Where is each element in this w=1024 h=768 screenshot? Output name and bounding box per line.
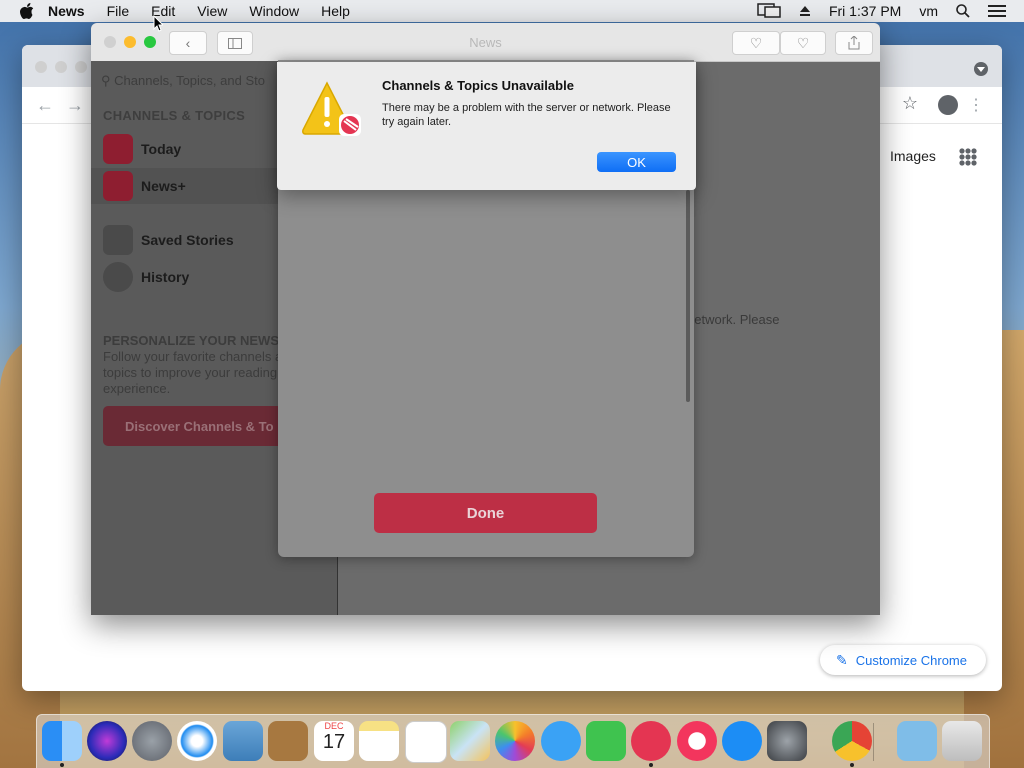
menu-file[interactable]: File bbox=[107, 3, 130, 19]
channels-section-title: CHANNELS & TOPICS bbox=[103, 108, 246, 123]
running-indicator bbox=[850, 763, 854, 767]
apple-menu-icon[interactable] bbox=[20, 3, 34, 19]
bookmark-icon bbox=[103, 225, 133, 255]
app-store-icon[interactable] bbox=[722, 721, 762, 761]
chrome-zoom-button[interactable] bbox=[75, 61, 87, 73]
tab-search-dropdown-icon[interactable] bbox=[974, 62, 988, 76]
menu-app-name[interactable]: News bbox=[48, 3, 85, 19]
notes-icon[interactable] bbox=[359, 721, 399, 761]
warning-icon bbox=[302, 81, 361, 136]
dislike-button[interactable]: ♡ bbox=[780, 31, 826, 55]
customize-chrome-button[interactable]: ✎ Customize Chrome bbox=[820, 645, 986, 675]
share-button[interactable] bbox=[835, 31, 873, 55]
chrome-icon[interactable] bbox=[832, 721, 872, 761]
finder-icon[interactable] bbox=[42, 721, 82, 761]
share-icon bbox=[848, 36, 860, 50]
sidebar-item-label: News+ bbox=[141, 178, 186, 194]
sidebar-search-placeholder: Channels, Topics, and Sto bbox=[114, 73, 265, 88]
photos-icon[interactable] bbox=[495, 721, 535, 761]
forward-arrow-icon[interactable]: → bbox=[66, 95, 84, 116]
search-icon: ⚲ bbox=[101, 73, 111, 88]
chrome-menu-icon[interactable]: ⋮ bbox=[968, 95, 984, 115]
trash-icon[interactable] bbox=[942, 721, 982, 761]
menu-window[interactable]: Window bbox=[249, 3, 299, 19]
safari-icon[interactable] bbox=[177, 721, 217, 761]
reminders-icon[interactable] bbox=[405, 721, 447, 763]
google-apps-icon[interactable] bbox=[959, 148, 977, 166]
sidebar-item-label: Today bbox=[141, 141, 182, 157]
pencil-icon: ✎ bbox=[836, 651, 848, 668]
menu-clock[interactable]: Fri 1:37 PM bbox=[829, 3, 901, 19]
menu-view[interactable]: View bbox=[197, 3, 227, 19]
images-link[interactable]: Images bbox=[890, 148, 936, 164]
clock-icon bbox=[103, 262, 133, 292]
news-icon[interactable] bbox=[631, 721, 671, 761]
profile-avatar-icon[interactable] bbox=[938, 95, 958, 115]
ok-button[interactable]: OK bbox=[597, 152, 676, 172]
main-message-fragment: network. Please bbox=[687, 312, 780, 327]
contacts-icon[interactable] bbox=[268, 721, 308, 761]
eject-icon[interactable] bbox=[799, 5, 811, 17]
alert-title: Channels & Topics Unavailable bbox=[382, 78, 574, 93]
spotlight-search-icon[interactable] bbox=[956, 4, 970, 18]
menu-user[interactable]: vm bbox=[919, 3, 938, 19]
display-mirroring-icon[interactable] bbox=[757, 3, 781, 19]
news-plus-icon bbox=[103, 171, 133, 201]
downloads-icon[interactable] bbox=[897, 721, 937, 761]
sheet-scrollbar[interactable] bbox=[686, 190, 690, 402]
sidebar-search-field[interactable]: ⚲ Channels, Topics, and Sto bbox=[101, 73, 265, 89]
alert-dialog: Channels & Topics Unavailable There may … bbox=[277, 62, 696, 190]
calendar-month: DEC bbox=[324, 721, 344, 731]
facetime-icon[interactable] bbox=[586, 721, 626, 761]
bookmark-star-icon[interactable]: ☆ bbox=[902, 93, 918, 114]
messages-icon[interactable] bbox=[541, 721, 581, 761]
broken-heart-icon: ♡ bbox=[796, 34, 810, 51]
running-indicator bbox=[649, 763, 653, 767]
notification-center-icon[interactable] bbox=[988, 4, 1006, 18]
running-indicator bbox=[60, 763, 64, 767]
dock: DEC 17 bbox=[36, 714, 990, 768]
system-preferences-icon[interactable] bbox=[767, 721, 807, 761]
menu-help[interactable]: Help bbox=[321, 3, 350, 19]
chrome-minimize-button[interactable] bbox=[55, 61, 67, 73]
preview-icon[interactable] bbox=[223, 721, 263, 761]
heart-icon: ♡ bbox=[749, 34, 763, 51]
news-today-icon bbox=[103, 134, 133, 164]
chrome-close-button[interactable] bbox=[35, 61, 47, 73]
dock-separator bbox=[873, 723, 874, 761]
sidebar-item-label: Saved Stories bbox=[141, 232, 234, 248]
customize-chrome-label: Customize Chrome bbox=[855, 652, 967, 668]
music-icon[interactable] bbox=[677, 721, 717, 761]
alert-message: There may be a problem with the server o… bbox=[382, 102, 671, 128]
mouse-pointer-icon bbox=[153, 15, 163, 32]
love-button[interactable]: ♡ bbox=[732, 31, 780, 55]
calendar-day: 17 bbox=[322, 731, 346, 753]
back-arrow-icon[interactable]: ← bbox=[36, 95, 54, 116]
maps-icon[interactable] bbox=[450, 721, 490, 761]
sidebar-item-label: History bbox=[141, 269, 190, 285]
done-button[interactable]: Done bbox=[374, 493, 597, 533]
siri-icon[interactable] bbox=[87, 721, 127, 761]
calendar-icon[interactable]: DEC 17 bbox=[314, 721, 354, 761]
launchpad-icon[interactable] bbox=[132, 721, 172, 761]
news-title-bar: ‹ News ♡ ♡ bbox=[91, 23, 880, 62]
